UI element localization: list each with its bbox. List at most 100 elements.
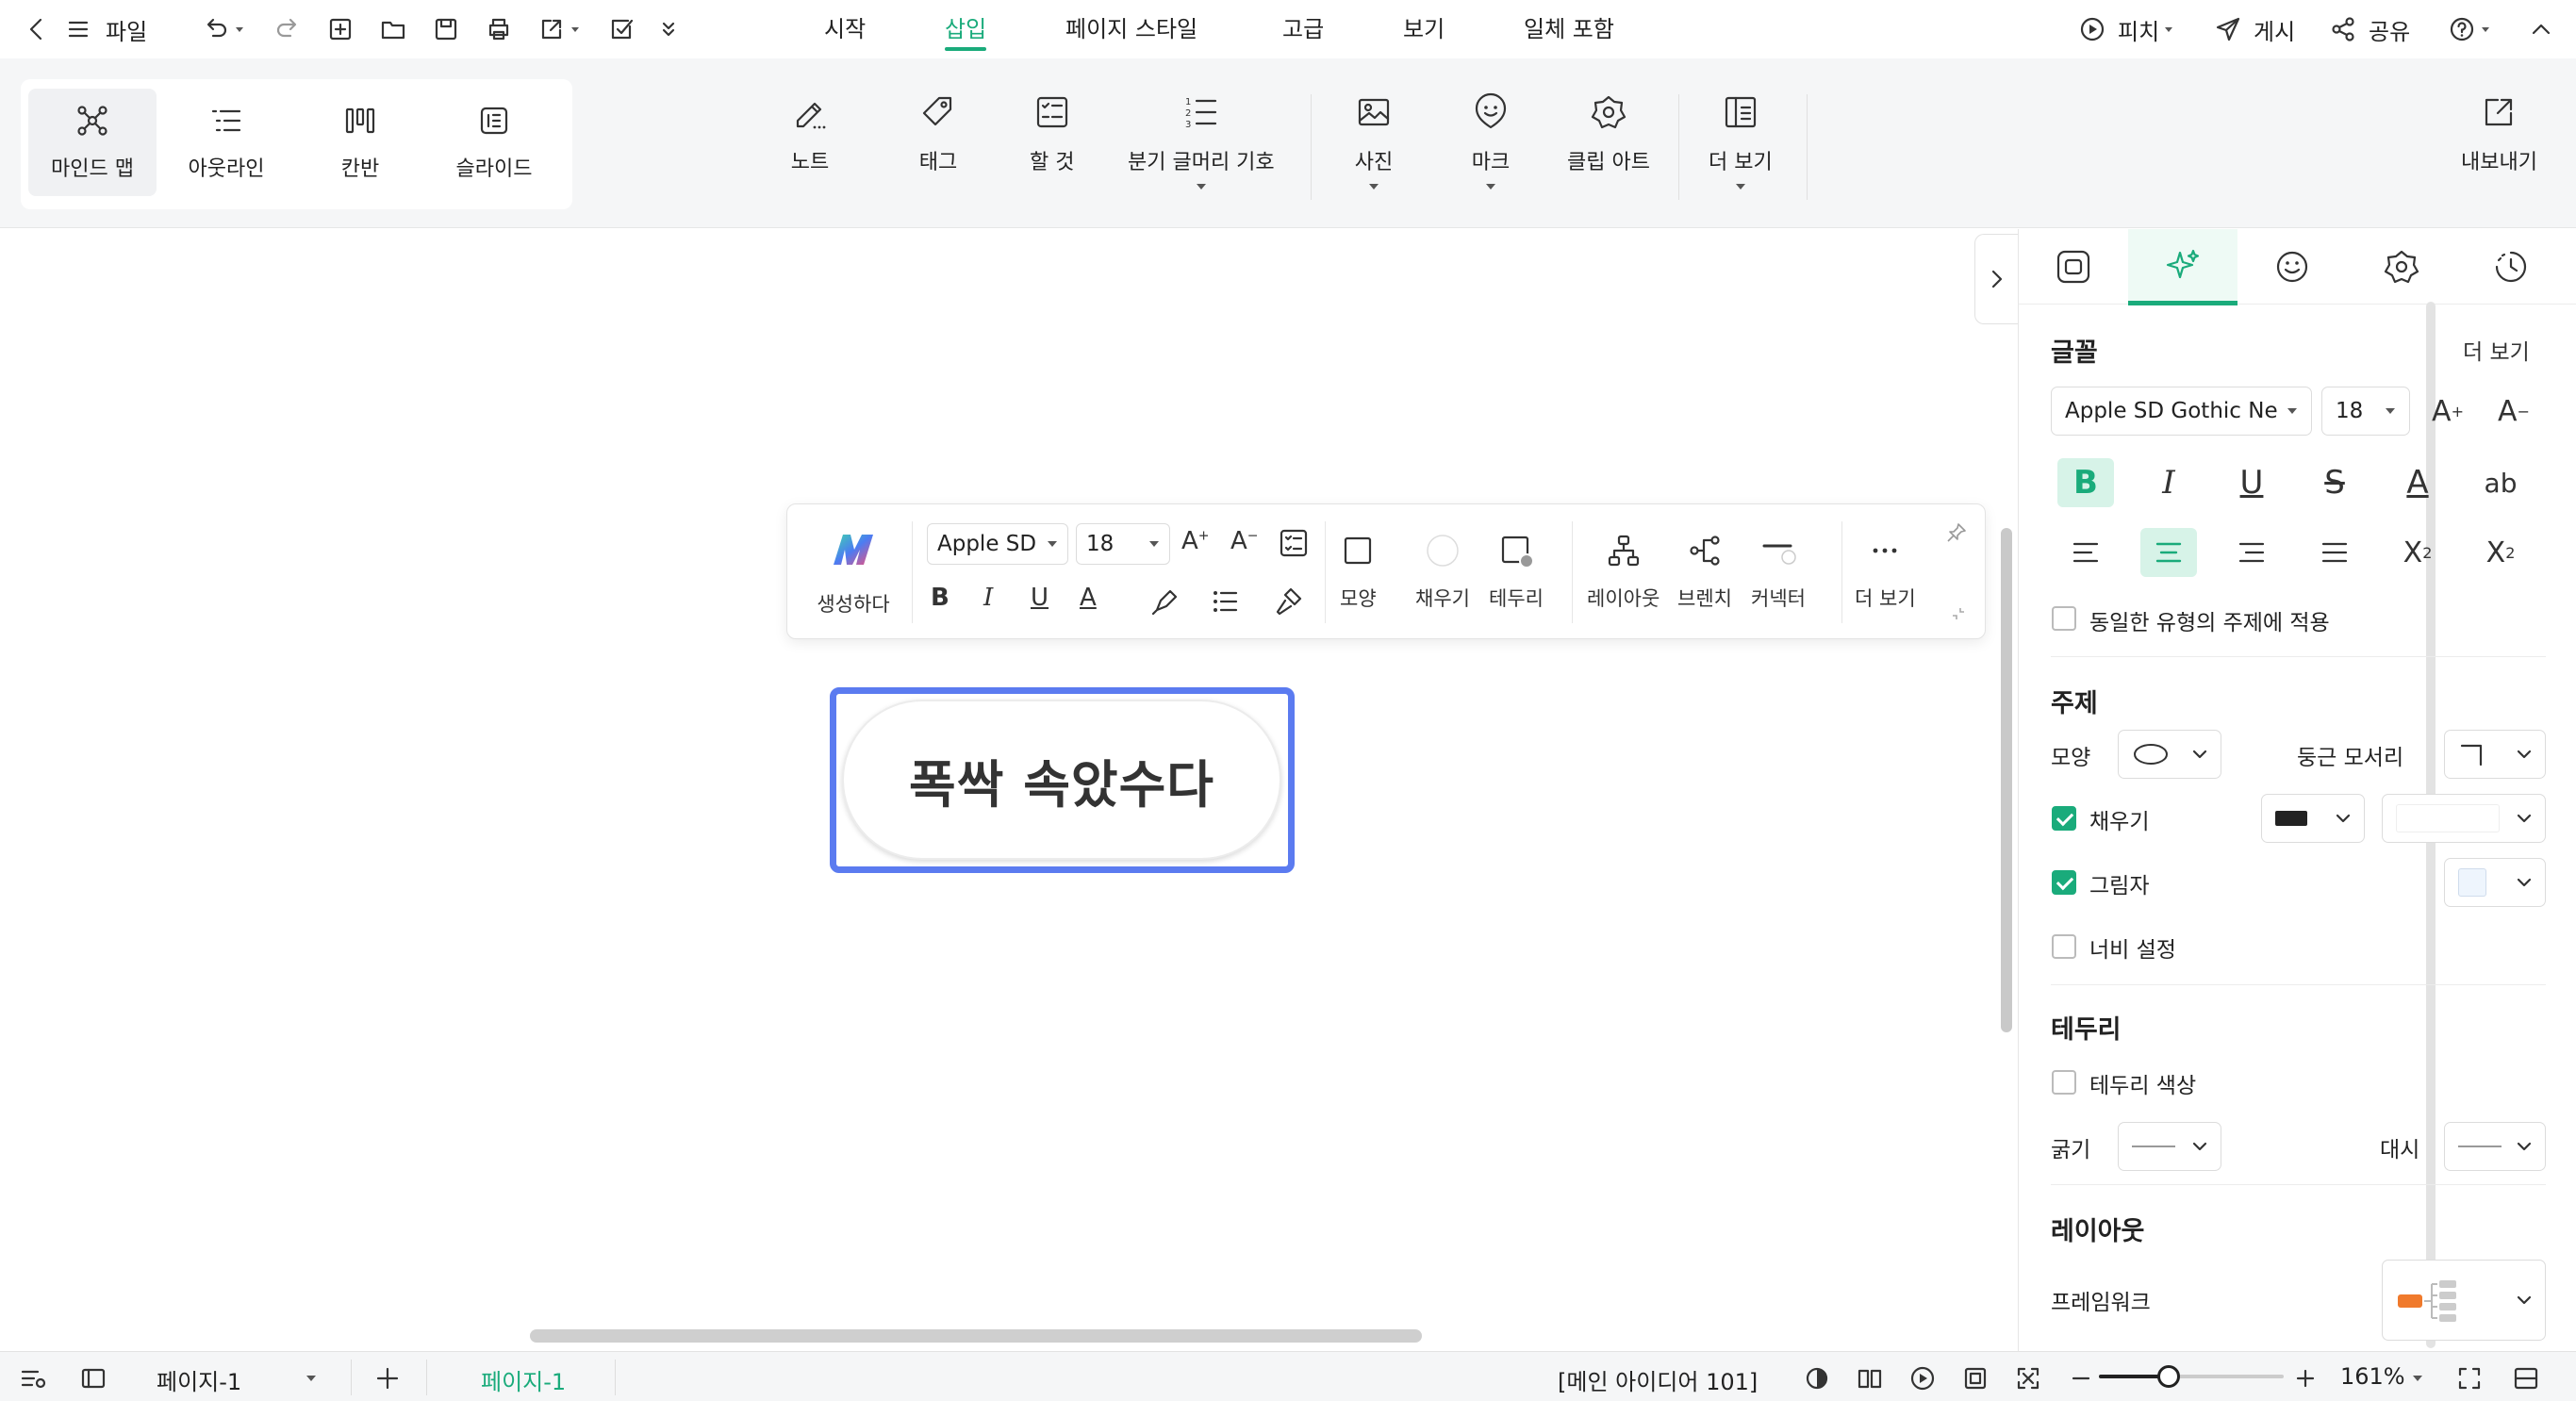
mark-button[interactable]: 마크 [1471,92,1511,204]
undo-button[interactable] [202,13,245,45]
redo-button[interactable] [273,13,302,45]
book-view-icon[interactable] [1856,1364,1884,1393]
export-menu-button[interactable] [537,13,581,45]
grow-font-button[interactable]: A+ [1181,527,1214,559]
border-button[interactable]: 테두리 [1489,533,1544,612]
font-more-link[interactable]: 더 보기 [2463,334,2530,366]
tab-style[interactable] [2019,229,2128,305]
format-painter-icon[interactable] [1272,585,1304,618]
open-button[interactable] [379,13,407,45]
panel-strikethrough-button[interactable]: S [2306,458,2363,507]
font-family-select[interactable]: Apple SD [927,523,1068,565]
fill-button[interactable]: 채우기 [1415,533,1470,612]
underline-button[interactable]: U [1031,584,1063,616]
align-right-icon[interactable] [2223,528,2280,577]
bullet-list-icon[interactable] [1210,585,1242,618]
panel-subscript-button[interactable]: X2 [2472,528,2529,577]
tab-all-in-one[interactable]: 일체 포함 [1524,13,1614,45]
page-panel-icon[interactable] [79,1364,107,1393]
tab-start[interactable]: 시작 [824,13,866,45]
tag-button[interactable]: 태그 [918,92,958,175]
add-page-icon[interactable] [373,1364,402,1393]
panel-font-color-button[interactable]: A [2389,458,2446,507]
text-style-icon[interactable] [1278,527,1310,559]
connector-button[interactable]: 커넥터 [1751,533,1806,612]
pin-icon[interactable] [1945,521,1968,544]
tab-advanced[interactable]: 고급 [1282,13,1324,45]
fullscreen-icon[interactable] [2455,1364,2484,1393]
branch-bullet-button[interactable]: 123 분기 글머리 기호 [1128,92,1275,204]
panel-italic-button[interactable]: I [2140,458,2197,507]
central-topic-node[interactable]: 폭싹 속았수다 [842,700,1281,860]
panel-font-size-select[interactable]: 18 [2321,387,2410,436]
tab-view[interactable]: 보기 [1403,13,1445,45]
help-button[interactable] [2448,13,2491,45]
zoom-slider-thumb[interactable] [2157,1365,2180,1388]
theme-icon[interactable] [1803,1364,1831,1393]
panel-toggle-button[interactable] [1974,234,2018,324]
bold-button[interactable]: B [931,584,963,616]
view-outline-button[interactable]: 아웃라인 [162,89,290,196]
split-view-icon[interactable] [2512,1364,2540,1393]
print-button[interactable] [485,13,513,45]
framework-select[interactable] [2382,1260,2546,1341]
more-quick-button[interactable] [654,13,683,45]
back-button[interactable] [23,13,51,45]
dash-select[interactable] [2444,1122,2546,1171]
align-center-icon[interactable] [2140,528,2197,577]
play-icon[interactable] [1908,1364,1937,1393]
new-button[interactable] [326,13,355,45]
tab-history[interactable] [2456,229,2566,305]
panel-shrink-font-button[interactable]: A − [2485,387,2542,436]
ai-generate-button[interactable]: 생성하다 [806,531,900,618]
canvas-vertical-scrollbar[interactable] [2001,528,2012,1032]
shadow-checkbox[interactable] [2052,870,2076,895]
todo-button[interactable]: 할 것 [1030,92,1074,175]
fill-type-select[interactable] [2261,794,2365,843]
layout-button[interactable]: 레이아웃 [1587,533,1660,612]
align-justify-icon[interactable] [2306,528,2363,577]
view-mindmap-button[interactable]: 마인드 맵 [28,89,157,196]
font-color-button[interactable]: A [1080,584,1112,616]
branch-button[interactable]: 브렌치 [1677,533,1732,612]
tab-insert[interactable]: 삽입 [945,13,987,51]
file-menu-button[interactable]: 파일 [64,13,147,45]
tab-page-style[interactable]: 페이지 스타일 [1065,13,1197,45]
highlight-icon[interactable] [1149,585,1181,618]
share-button[interactable]: 공유 [2329,13,2410,45]
fit-page-icon[interactable] [1961,1364,1990,1393]
photo-button[interactable]: 사진 [1354,92,1394,204]
tab-mark[interactable] [2237,229,2347,305]
zoom-out-icon[interactable] [2067,1364,2095,1393]
shape-button[interactable]: 모양 [1340,533,1377,612]
export-button[interactable]: 내보내기 [2461,92,2537,175]
width-setting-checkbox[interactable] [2052,934,2076,959]
collapse-ribbon-button[interactable] [2527,13,2555,45]
save-button[interactable] [432,13,460,45]
tab-clipart[interactable] [2347,229,2456,305]
apply-same-checkbox[interactable] [2052,606,2076,631]
border-color-checkbox[interactable] [2052,1070,2076,1095]
more-insert-button[interactable]: 더 보기 [1709,92,1773,204]
page-select-value[interactable]: 페이지-1 [157,1363,241,1396]
shrink-font-button[interactable]: A− [1230,527,1263,559]
active-page-tab[interactable]: 페이지-1 [481,1363,566,1396]
shadow-color-select[interactable] [2444,858,2546,907]
italic-button[interactable]: I [983,584,1016,616]
font-size-select[interactable]: 18 [1076,523,1170,565]
view-slide-button[interactable]: 슬라이드 [430,89,558,196]
collapse-corner-icon[interactable] [1949,604,1968,623]
panel-grow-font-button[interactable]: A + [2419,387,2476,436]
outline-list-icon[interactable] [19,1364,47,1393]
panel-text-highlight-button[interactable]: ab [2472,458,2529,507]
note-button[interactable]: 노트 [790,92,830,175]
zoom-in-icon[interactable] [2291,1364,2320,1393]
more-toolbar-button[interactable]: 더 보기 [1855,533,1916,612]
zoom-slider-track[interactable] [2099,1365,2284,1388]
checkbox-edit-button[interactable] [607,13,636,45]
publish-button[interactable]: 게시 [2214,13,2295,45]
fill-checkbox[interactable] [2052,806,2076,831]
rounded-corner-select[interactable] [2444,730,2546,779]
zoom-level[interactable]: 161% [2340,1363,2405,1390]
align-left-icon[interactable] [2057,528,2114,577]
